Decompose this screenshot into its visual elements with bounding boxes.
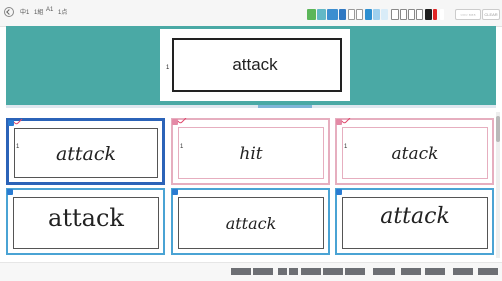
card-tag [172,189,178,195]
view-toggle-icon[interactable] [339,9,346,20]
answer-handwriting: attack [225,214,277,233]
check-mark-icon [13,119,23,125]
answer-card[interactable]: attack [171,188,330,255]
answer-frame: attack [178,197,324,249]
grid-scroll-thumb[interactable] [496,116,500,142]
answer-card[interactable]: attack [335,188,494,255]
card-tag [336,189,342,195]
pen-icon[interactable] [391,9,399,20]
mode-button-1[interactable] [307,9,316,20]
zoom-out-icon[interactable] [356,9,363,20]
bottom-button-5[interactable] [301,268,321,275]
answer-frame: 1 hit [178,127,324,179]
banner-scroll-thumb[interactable] [258,105,312,108]
fit-icon[interactable] [365,9,372,20]
crumb-class: 1組 [34,10,44,16]
answer-handwriting: attack [380,204,450,229]
bottom-button-6[interactable] [323,268,343,275]
eraser-icon[interactable] [416,9,423,20]
back-icon[interactable] [4,7,14,17]
top-toolbar: 中1 1組 A1 1点 ○○○ ××× CLEAR [0,0,502,27]
bottom-button-4[interactable] [289,268,298,275]
list-icon[interactable] [381,9,388,20]
question-card: 1 attack [160,29,350,101]
answer-handwriting: atack [391,144,439,164]
answer-grid: 1 attack 1 hit 1 atack attack attack att… [6,112,496,258]
zoom-in-icon[interactable] [348,9,355,20]
bottom-button-7[interactable] [345,268,365,275]
answer-frame: 1 attack [14,128,158,178]
answer-frame: attack [13,197,159,249]
mode-button-2[interactable] [317,9,326,20]
answer-handwriting: hit [239,144,263,164]
question-banner: 1 attack [6,26,496,105]
answer-card[interactable]: 1 hit [171,118,330,185]
crumb-question: A1 [46,7,54,13]
bottom-button-2[interactable] [253,268,273,275]
bottom-button-9[interactable] [401,268,421,275]
undo-icon[interactable] [400,9,407,20]
check-mark-icon [177,118,187,124]
crumb-grade: 中1 [20,10,30,16]
grid-icon[interactable] [373,9,380,20]
answer-frame: attack [342,197,488,249]
answer-card[interactable]: attack [6,188,165,255]
crumb-score: 1点 [58,10,68,16]
card-tag [7,189,13,195]
dropdown-icon[interactable] [440,9,444,20]
redo-icon[interactable] [408,9,415,20]
bottom-button-10[interactable] [425,268,445,275]
answer-card[interactable]: 1 atack [335,118,494,185]
bottom-button-1[interactable] [231,268,251,275]
bottom-button-3[interactable] [278,268,287,275]
view-button[interactable] [327,9,338,20]
banner-scrollbar[interactable] [6,105,496,108]
bottom-button-8[interactable] [373,268,395,275]
bottom-button-12[interactable] [478,268,498,275]
answer-card[interactable]: 1 attack [6,118,165,185]
color-black-icon[interactable] [425,9,432,20]
answer-handwriting: attack [48,204,124,232]
search-input[interactable]: ○○○ ××× [455,9,481,20]
check-mark-icon [341,118,351,124]
question-text: attack [232,55,278,74]
answer-handwriting: attack [55,143,117,165]
answer-frame: 1 atack [342,127,488,179]
bottom-button-11[interactable] [453,268,473,275]
clear-button[interactable]: CLEAR [482,9,500,20]
color-red-icon[interactable] [433,9,437,20]
